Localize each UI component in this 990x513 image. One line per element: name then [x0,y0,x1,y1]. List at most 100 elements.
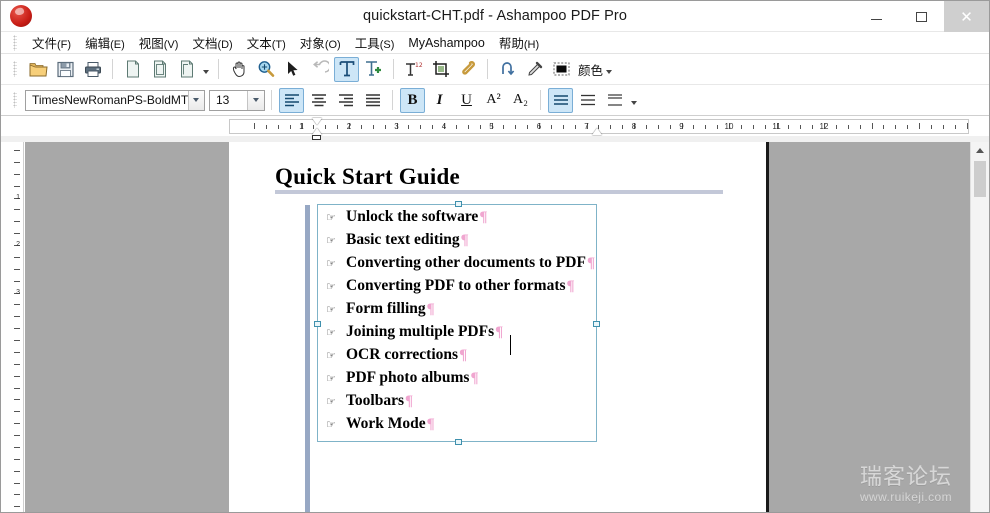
align-justify-button[interactable] [360,88,385,113]
paragraph-mark-icon: ¶ [566,278,575,294]
vertical-scrollbar[interactable] [970,142,989,512]
resize-handle-left[interactable] [314,321,321,327]
list-item[interactable]: ☞ Basic text editing ¶ [326,231,594,254]
menu-view[interactable]: 视图(V) [132,31,186,54]
first-line-indent-marker[interactable] [312,118,322,125]
font-size-combo[interactable]: 13 [209,89,265,111]
resize-handle-bottom[interactable] [455,439,462,445]
menu-file-label: 文件 [32,37,58,51]
title-underline-rule [275,190,723,194]
resize-handle-right[interactable] [593,321,600,327]
pdf-page[interactable]: Quick Start Guide ☞ Unlock the software ¶ ☞… [229,142,766,512]
subscript-button[interactable]: A₂ [508,88,533,113]
menu-file[interactable]: 文件(F) [25,31,78,54]
paragraph-mark-icon: ¶ [470,370,479,386]
underline-button[interactable]: U [454,88,479,113]
line-spacing-single-button[interactable] [548,87,573,113]
list-item[interactable]: ☞ OCR corrections ¶ [326,346,594,369]
vertical-ruler-tick [14,161,20,163]
horizontal-ruler[interactable]: 1 2 3 4 5 6 7 8 9 10 11 12 [229,118,969,140]
copy-page-icon[interactable] [147,57,172,82]
attach-icon[interactable] [455,57,480,82]
maximize-button[interactable] [899,1,944,32]
toolbar-drag-grip[interactable] [13,61,17,77]
page-canvas[interactable]: Quick Start Guide ☞ Unlock the software ¶ ☞… [25,142,970,512]
vertical-ruler-tick [14,340,20,341]
text-order-icon[interactable]: 123 [401,57,426,82]
undo-icon[interactable] [307,57,332,82]
menu-document[interactable]: 文档(D) [185,31,239,54]
scroll-up-arrow-icon[interactable] [971,142,989,159]
menu-edit[interactable]: 编辑(E) [78,31,132,54]
color-chevron-down-icon[interactable] [603,57,615,82]
ruler-tick [372,125,374,129]
save-disk-icon[interactable] [53,57,78,82]
right-indent-marker[interactable] [592,128,602,135]
color-button-label[interactable]: 颜色 [578,60,603,79]
menu-drag-grip[interactable] [13,34,17,51]
page-options-chevron-down-icon[interactable] [200,57,212,82]
eyedropper-icon[interactable] [522,57,547,82]
superscript-button[interactable]: A² [481,88,506,113]
duplicate-page-icon[interactable] [174,57,199,82]
ruler-tick [265,125,267,129]
link-icon[interactable] [495,57,520,82]
list-item[interactable]: ☞ Converting PDF to other formats ¶ [326,277,594,300]
font-family-chevron-down-icon[interactable] [187,90,204,110]
list-item[interactable]: ☞ PDF photo albums ¶ [326,369,594,392]
align-left-button[interactable] [279,87,304,113]
menu-tools[interactable]: 工具(S) [348,31,402,54]
line-spacing-medium-button[interactable] [575,88,600,113]
scrollbar-thumb[interactable] [974,161,986,197]
line-spacing-chevron-down-icon[interactable] [628,88,640,113]
window-title: quickstart-CHT.pdf - Ashampoo PDF Pro [363,8,627,24]
new-page-icon[interactable] [120,57,145,82]
crop-icon[interactable] [428,57,453,82]
vertical-ruler-tick [14,446,20,448]
hand-tool-icon[interactable] [226,57,251,82]
select-arrow-icon[interactable] [280,57,305,82]
list-item[interactable]: ☞ Joining multiple PDFs ¶ [326,323,594,346]
menu-myashampoo[interactable]: MyAshampoo [401,34,491,52]
menu-text[interactable]: 文本(T) [240,31,293,54]
font-size-chevron-down-icon[interactable] [247,90,264,110]
ruler-tick [871,123,873,129]
zoom-tool-icon[interactable] [253,57,278,82]
superscript-label: A² [486,92,501,107]
vertical-ruler[interactable]: 1 2 3 [11,142,24,512]
hanging-indent-marker[interactable] [312,128,322,135]
menu-help[interactable]: 帮助(H) [492,31,546,54]
bold-button[interactable]: B [400,87,425,113]
ruler-tick [919,123,920,129]
line-spacing-wide-button[interactable] [602,88,627,113]
list-item-label: Converting PDF to other formats [346,277,566,294]
menu-object[interactable]: 对象(O) [293,31,348,54]
font-family-combo[interactable]: TimesNewRomanPS-BoldMT [25,89,205,111]
list-item[interactable]: ☞ Converting other documents to PDF ¶ [326,254,595,277]
minimize-button[interactable] [854,1,899,32]
text-tool-icon[interactable] [334,56,359,82]
text-selection-box[interactable]: ☞ Unlock the software ¶ ☞ Basic text editing… [314,201,600,445]
close-button[interactable]: ✕ [944,1,989,32]
open-folder-icon[interactable] [26,57,51,82]
add-text-icon[interactable] [361,57,386,82]
align-center-button[interactable] [306,88,331,113]
list-item[interactable]: ☞ Toolbars ¶ [326,392,594,415]
align-right-button[interactable] [333,88,358,113]
list-item-label: Form filling [346,300,426,317]
color-swatch-icon[interactable] [549,57,574,82]
list-item[interactable]: ☞ Form filling ¶ [326,300,594,323]
print-icon[interactable] [80,57,105,82]
menu-edit-mnemonic: (E) [110,39,125,51]
paragraph-mark-icon: ¶ [405,393,414,409]
format-drag-grip[interactable] [13,92,17,108]
title-bar: quickstart-CHT.pdf - Ashampoo PDF Pro ✕ [1,1,989,32]
ruler-number: 9 [679,122,684,131]
list-item[interactable]: ☞ Work Mode ¶ [326,415,594,438]
list-item[interactable]: ☞ Unlock the software ¶ [326,208,594,231]
menu-tools-label: 工具 [354,37,380,51]
resize-handle-top[interactable] [455,201,462,207]
left-indent-marker[interactable] [312,135,321,140]
application-window: quickstart-CHT.pdf - Ashampoo PDF Pro ✕ … [0,0,990,513]
italic-button[interactable]: I [427,88,452,113]
